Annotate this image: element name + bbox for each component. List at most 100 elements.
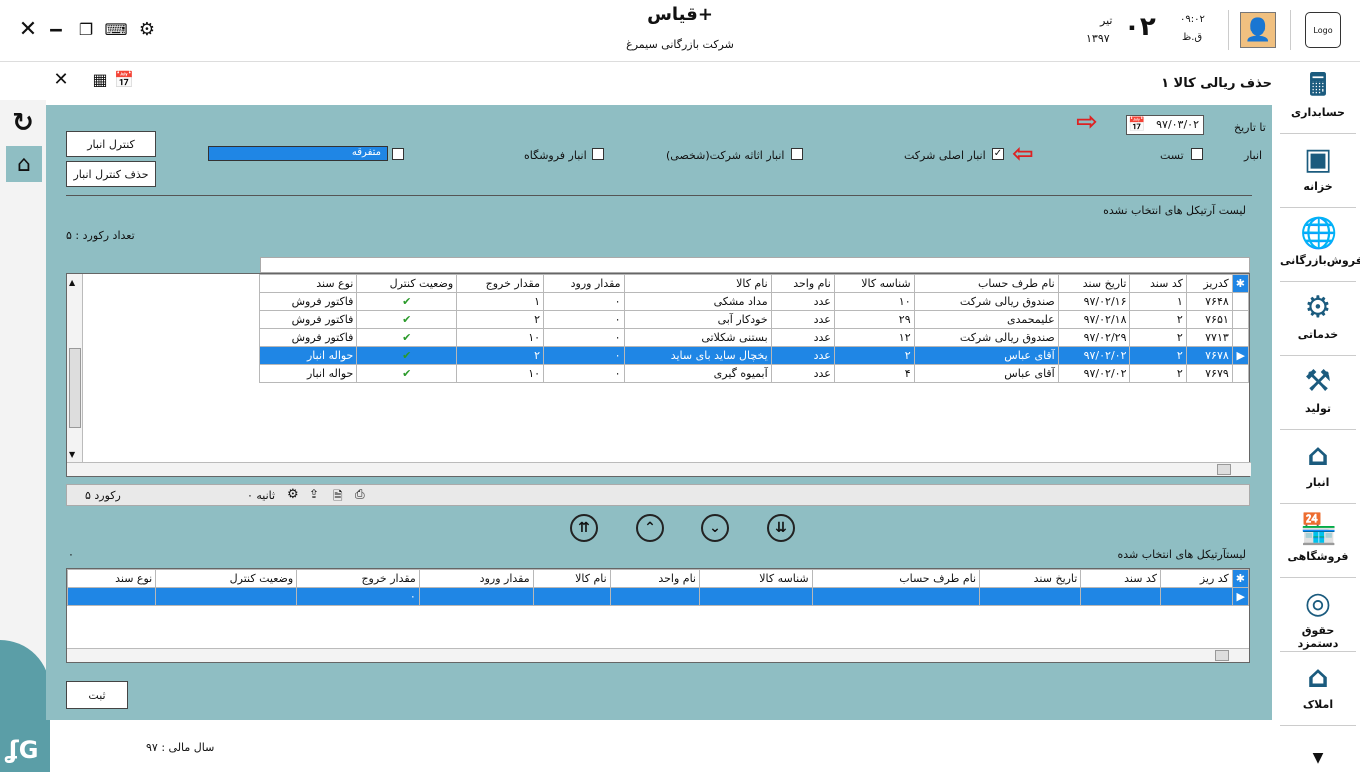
move-all-down-button[interactable]: ⇊ <box>767 514 795 542</box>
settings-icon[interactable]: ⚙ <box>287 487 299 502</box>
vertical-scrollbar[interactable]: ▲ ▼ <box>67 274 83 462</box>
table-cell[interactable]: ۱ <box>456 292 545 311</box>
table-cell[interactable]: ۱۰ <box>456 364 545 383</box>
table-cell[interactable]: ۱ <box>1129 292 1187 311</box>
column-header[interactable]: کدریز <box>1185 274 1233 293</box>
column-header[interactable]: نام کالا <box>623 274 772 293</box>
table-cell[interactable]: ۰ <box>296 587 420 606</box>
table-cell[interactable]: آقای عباس <box>913 346 1059 365</box>
minimize-icon[interactable]: ‒ <box>48 17 64 41</box>
table-cell[interactable]: ۱۲ <box>833 328 915 347</box>
table-cell[interactable]: ۰ <box>543 364 625 383</box>
submit-button[interactable]: ثبت <box>66 681 128 709</box>
checkbox-assets-warehouse[interactable] <box>791 148 803 160</box>
column-header[interactable]: وضعیت کنترل <box>356 274 458 293</box>
move-all-up-button[interactable]: ⇈ <box>570 514 598 542</box>
table-cell[interactable]: عدد <box>770 364 835 383</box>
table-cell[interactable]: صندوق ریالی شرکت <box>913 292 1059 311</box>
table-cell[interactable] <box>1080 587 1161 606</box>
column-header[interactable]: تاریخ سند <box>979 569 1082 588</box>
table-cell[interactable] <box>609 587 701 606</box>
table-cell[interactable]: آقای عباس <box>913 364 1059 383</box>
select-all-cell[interactable]: ✱ <box>1231 274 1250 293</box>
row-indicator[interactable] <box>1231 310 1250 329</box>
column-header[interactable]: کد سند <box>1129 274 1187 293</box>
table-cell[interactable]: ۷۶۷۹ <box>1185 364 1233 383</box>
table-cell[interactable]: ✔ <box>356 310 458 329</box>
sidebar-item-coins[interactable]: ◎ حقوق دستمزد <box>1280 580 1356 652</box>
column-header[interactable]: کد ریز <box>1159 569 1233 588</box>
scroll-down-icon[interactable]: ▼ <box>69 450 75 459</box>
checkbox-main-warehouse[interactable]: ✓ <box>992 148 1004 160</box>
table-cell[interactable]: ۹۷/۰۲/۲۹ <box>1057 328 1131 347</box>
column-header[interactable]: نام کالا <box>532 569 611 588</box>
table-cell[interactable]: ۲ <box>1129 346 1187 365</box>
select-all-cell[interactable]: ✱ <box>1231 569 1250 588</box>
table-cell[interactable] <box>811 587 981 606</box>
table-cell[interactable]: خودکار آبی <box>623 310 772 329</box>
sidebar-item-safe[interactable]: ▣ خزانه <box>1280 136 1356 208</box>
warehouse-control-button[interactable]: کنترل انبار <box>66 131 156 157</box>
warehouse-tab-icon[interactable]: ⌂ <box>6 146 42 182</box>
table-row[interactable]: ۷۶۷۹ ۲ ۹۷/۰۲/۰۲ آقای عباس ۴ عدد آبمیوه گیری ۰ ۱۰… <box>258 364 1250 383</box>
table-cell[interactable]: ۹۷/۰۲/۰۲ <box>1057 364 1131 383</box>
column-header[interactable]: نام واحد <box>609 569 701 588</box>
table-cell[interactable]: ۷۶۴۸ <box>1185 292 1233 311</box>
table-cell[interactable]: فاکتور فروش <box>258 328 358 347</box>
table-cell[interactable]: بستنی شکلاتی <box>623 328 772 347</box>
column-header[interactable]: مقدار خروج <box>456 274 545 293</box>
sidebar-item-globe[interactable]: 🌐 فروش‌بازرگانی <box>1280 210 1360 282</box>
sidebar-item-accounting[interactable]: 🖩 حسابداری <box>1280 62 1356 134</box>
column-header[interactable]: مقدار خروج <box>296 569 420 588</box>
table-cell[interactable]: ۲۹ <box>833 310 915 329</box>
column-header[interactable]: نوع سند <box>66 569 157 588</box>
close-tab-icon[interactable]: ✕ <box>52 68 70 90</box>
table-cell[interactable]: حواله انبار <box>258 346 358 365</box>
delete-warehouse-control-button[interactable]: حذف کنترل انبار <box>66 161 156 187</box>
scroll-up-icon[interactable]: ▲ <box>69 278 75 287</box>
keyboard-icon[interactable]: ⌨ <box>104 18 127 40</box>
table-row[interactable]: ۷۷۱۳ ۲ ۹۷/۰۲/۲۹ صندوق ریالی شرکت ۱۲ عدد بستنی … <box>258 328 1250 347</box>
table-cell[interactable]: ۷۶۵۱ <box>1185 310 1233 329</box>
sidebar-item-shop[interactable]: 🏪 فروشگاهی <box>1280 506 1356 578</box>
table-cell[interactable] <box>699 587 813 606</box>
calendar-icon[interactable]: 📅 <box>114 68 134 90</box>
table-cell[interactable]: عدد <box>770 310 835 329</box>
table-cell[interactable]: ۹۷/۰۲/۱۶ <box>1057 292 1131 311</box>
table-cell[interactable]: ✔ <box>356 292 458 311</box>
table-cell[interactable]: ۲ <box>1129 364 1187 383</box>
table-cell[interactable]: ۰ <box>543 328 625 347</box>
row-indicator[interactable]: ▶ <box>1231 587 1250 606</box>
horizontal-scrollbar[interactable] <box>67 462 1251 476</box>
row-indicator[interactable] <box>1231 364 1250 383</box>
column-header[interactable]: شناسه کالا <box>699 569 813 588</box>
table-cell[interactable]: ۴ <box>833 364 915 383</box>
table-cell[interactable]: ✔ <box>356 328 458 347</box>
table-cell[interactable]: فاکتور فروش <box>258 310 358 329</box>
column-header[interactable]: نام طرف حساب <box>811 569 981 588</box>
scroll-thumb[interactable] <box>1217 464 1231 475</box>
table-cell[interactable]: ۷۶۷۸ <box>1185 346 1233 365</box>
table-cell[interactable]: ۱۰ <box>833 292 915 311</box>
row-indicator[interactable] <box>1231 328 1250 347</box>
checkbox-test[interactable] <box>1191 148 1203 160</box>
table-cell[interactable]: آبمیوه گیری <box>623 364 772 383</box>
horizontal-scrollbar[interactable] <box>67 648 1249 662</box>
checkbox-store-warehouse[interactable] <box>592 148 604 160</box>
table-cell[interactable]: ۲ <box>456 310 545 329</box>
row-indicator[interactable] <box>1231 292 1250 311</box>
table-row[interactable]: ۷۶۴۸ ۱ ۹۷/۰۲/۱۶ صندوق ریالی شرکت ۱۰ عدد مداد م… <box>258 292 1250 311</box>
table-cell[interactable]: ۲ <box>456 346 545 365</box>
column-header[interactable]: وضعیت کنترل <box>155 569 298 588</box>
table-cell[interactable]: ✔ <box>356 346 458 365</box>
scroll-down-icon[interactable]: ▼ <box>1306 748 1330 768</box>
column-header[interactable]: تاریخ سند <box>1057 274 1131 293</box>
table-cell[interactable] <box>532 587 611 606</box>
table-cell[interactable]: ۰ <box>543 292 625 311</box>
table-cell[interactable] <box>418 587 534 606</box>
checkbox-misc-label[interactable]: متفرقه <box>208 146 388 161</box>
table-cell[interactable]: فاکتور فروش <box>258 292 358 311</box>
table-cell[interactable]: ۱۰ <box>456 328 545 347</box>
sidebar-item-house[interactable]: ⌂ املاک <box>1280 654 1356 726</box>
restore-icon[interactable]: ❐ <box>76 18 96 40</box>
